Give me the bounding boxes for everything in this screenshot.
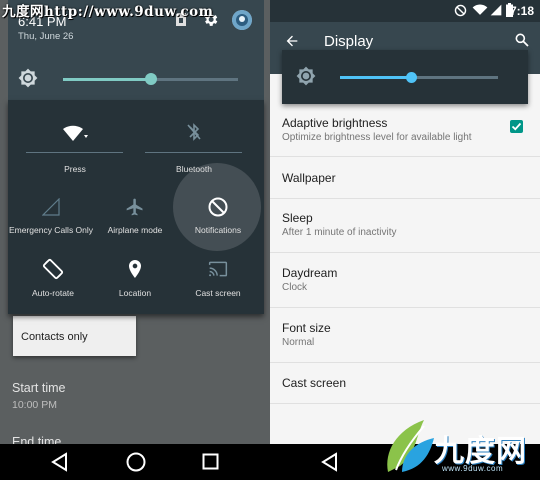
setting-title: Daydream bbox=[282, 266, 338, 280]
wifi-icon bbox=[62, 124, 88, 142]
tile-label: Location bbox=[118, 288, 152, 298]
recents-nav-icon[interactable] bbox=[202, 453, 219, 470]
tile-label: Notifications bbox=[194, 225, 242, 235]
tile-label: Cast screen bbox=[195, 288, 241, 298]
brightness-slider-fill bbox=[63, 78, 151, 81]
signal-icon bbox=[42, 198, 60, 216]
setting-subtitle: Optimize brightness level for available … bbox=[282, 132, 472, 143]
setting-wallpaper[interactable]: Wallpaper bbox=[270, 157, 540, 199]
tile-location[interactable]: Location bbox=[90, 258, 180, 318]
end-time-title: End time bbox=[12, 435, 62, 444]
brightness-slider[interactable] bbox=[63, 73, 238, 85]
tile-label: Auto-rotate bbox=[31, 288, 75, 298]
popup-option-contacts-only[interactable]: Contacts only bbox=[21, 331, 88, 343]
bluetooth-off-icon bbox=[186, 122, 202, 142]
tile-cellular[interactable]: Emergency Calls Only bbox=[6, 196, 96, 256]
home-nav-icon[interactable] bbox=[125, 451, 147, 473]
start-time-value: 10:00 PM bbox=[12, 399, 57, 411]
do-not-disturb-icon bbox=[207, 196, 229, 218]
setting-subtitle: Normal bbox=[282, 337, 315, 348]
end-time-setting[interactable]: End time bbox=[0, 427, 270, 444]
adaptive-brightness-checkbox[interactable] bbox=[510, 120, 523, 133]
tile-cast[interactable]: Cast screen bbox=[173, 258, 263, 318]
setting-font-size[interactable]: Font size Normal bbox=[270, 308, 540, 363]
tile-label: Emergency Calls Only bbox=[8, 225, 94, 235]
setting-adaptive-brightness[interactable]: Adaptive brightness Optimize brightness … bbox=[270, 104, 540, 157]
leaf-logo-icon bbox=[382, 414, 438, 476]
status-clock: 7:18 bbox=[509, 4, 534, 18]
search-icon[interactable] bbox=[514, 32, 530, 48]
brightness-icon bbox=[296, 66, 316, 86]
tile-bluetooth[interactable]: Bluetooth bbox=[149, 120, 239, 180]
setting-title: Cast screen bbox=[282, 376, 347, 390]
tile-airplane[interactable]: Airplane mode bbox=[90, 196, 180, 256]
setting-cast-screen[interactable]: Cast screen bbox=[270, 363, 540, 404]
tile-auto-rotate[interactable]: Auto-rotate bbox=[8, 258, 98, 318]
notification-mode-popup[interactable]: Contacts only bbox=[13, 316, 136, 356]
tile-label: Airplane mode bbox=[107, 225, 163, 235]
location-pin-icon bbox=[127, 260, 143, 280]
tile-label: Press bbox=[64, 164, 86, 174]
brightness-icon bbox=[18, 68, 38, 88]
airplane-icon bbox=[125, 197, 145, 217]
brightness-slider-fill bbox=[340, 76, 412, 79]
logo-url: www.9duw.com bbox=[442, 464, 504, 473]
brightness-slider[interactable] bbox=[340, 72, 498, 83]
setting-title: Sleep bbox=[282, 211, 313, 225]
wifi-icon bbox=[472, 4, 488, 16]
brightness-slider-handle[interactable] bbox=[144, 73, 157, 85]
brightness-slider-handle[interactable] bbox=[406, 72, 418, 83]
left-screen: Start time 10:00 PM End time Contacts on… bbox=[0, 0, 270, 444]
setting-title: Adaptive brightness bbox=[282, 116, 388, 130]
cast-icon bbox=[208, 260, 228, 278]
back-nav-icon[interactable] bbox=[50, 452, 68, 472]
auto-rotate-icon bbox=[42, 258, 64, 280]
site-watermark: 九度网http://www.9duw.com bbox=[2, 4, 214, 20]
user-avatar[interactable] bbox=[232, 10, 252, 30]
signal-icon bbox=[490, 4, 502, 16]
tile-label: Bluetooth bbox=[176, 164, 212, 174]
setting-subtitle: After 1 minute of inactivity bbox=[282, 227, 397, 238]
site-logo: 九度网 www.9duw.com bbox=[376, 412, 540, 480]
tile-notifications[interactable]: Notifications bbox=[173, 196, 263, 256]
right-screen: 7:18 Display Adaptive brightness Optimiz… bbox=[270, 0, 540, 444]
do-not-disturb-icon bbox=[454, 4, 467, 17]
setting-sleep[interactable]: Sleep After 1 minute of inactivity bbox=[270, 199, 540, 253]
tile-wifi[interactable]: Press bbox=[30, 120, 120, 180]
back-nav-icon[interactable] bbox=[320, 452, 338, 472]
status-date: Thu, June 26 bbox=[18, 31, 74, 42]
status-bar: 7:18 bbox=[270, 0, 540, 22]
setting-daydream[interactable]: Daydream Clock bbox=[270, 253, 540, 308]
setting-title: Wallpaper bbox=[282, 171, 336, 185]
setting-subtitle: Clock bbox=[282, 282, 308, 293]
back-arrow-icon[interactable] bbox=[284, 33, 300, 49]
brightness-dialog bbox=[282, 50, 528, 104]
start-time-setting[interactable]: Start time 10:00 PM bbox=[0, 373, 270, 425]
setting-title: Font size bbox=[282, 321, 331, 335]
start-time-title: Start time bbox=[12, 381, 66, 395]
page-title: Display bbox=[324, 33, 374, 50]
